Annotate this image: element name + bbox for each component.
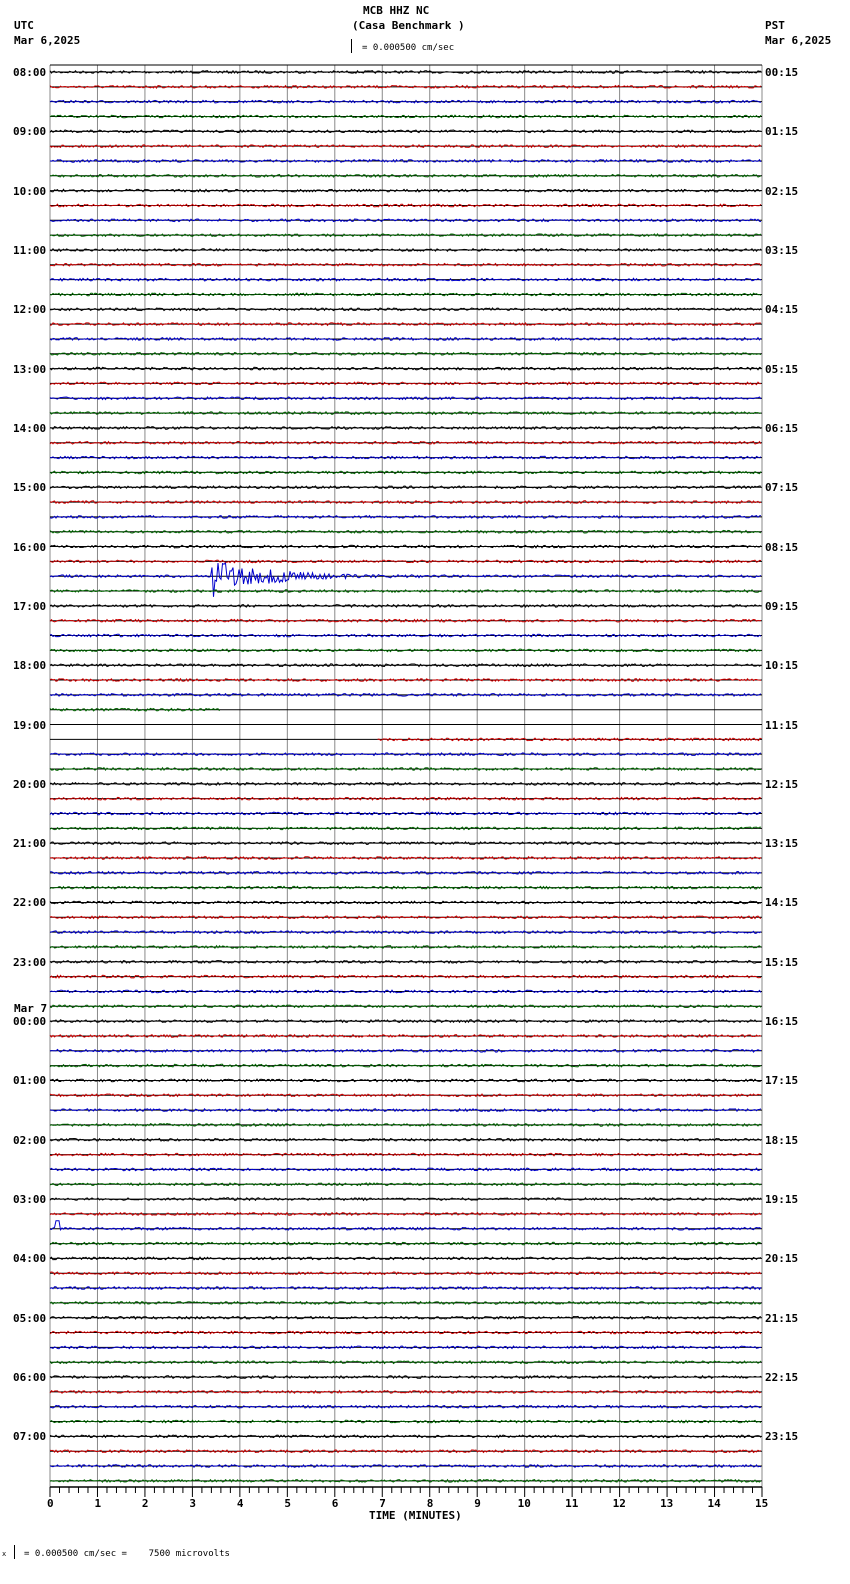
seismic-trace [49, 959, 761, 964]
seismic-trace [49, 1419, 762, 1424]
seismic-trace [49, 796, 762, 801]
seismic-trace [49, 930, 762, 935]
seismic-trace [49, 440, 762, 445]
seismic-trace [49, 1167, 762, 1172]
seismic-trace [377, 737, 762, 742]
seismic-trace [49, 410, 762, 416]
seismic-trace [49, 188, 762, 193]
seismic-trace [49, 766, 762, 772]
seismic-trace [49, 841, 762, 846]
seismic-trace [49, 514, 762, 519]
seismic-trace [49, 247, 762, 253]
seismic-trace [49, 900, 762, 905]
helicorder-plot [49, 64, 763, 1497]
